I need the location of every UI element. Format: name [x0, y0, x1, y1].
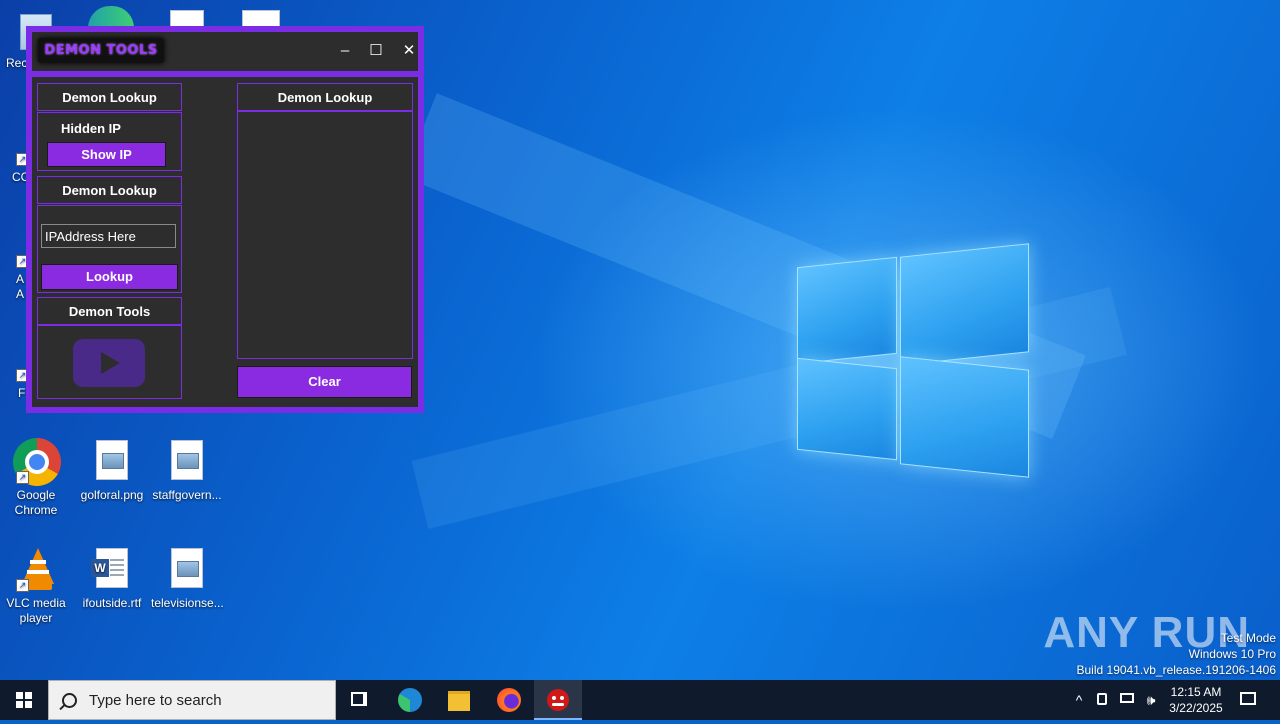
- clock-time: 12:15 AM: [1170, 685, 1222, 699]
- image-file-icon: [167, 548, 207, 592]
- ip-address-input[interactable]: [41, 224, 176, 248]
- desktop-icon-golforal[interactable]: golforal.png: [76, 440, 148, 503]
- minimize-button[interactable]: –: [330, 36, 360, 66]
- search-placeholder: Type here to search: [89, 692, 222, 709]
- build-label: Build 19041.vb_release.191206-1406: [1076, 663, 1277, 677]
- tools-section-header: Demon Tools: [37, 297, 182, 325]
- taskbar-search-box[interactable]: Type here to search: [48, 680, 336, 720]
- desktop-icon-edge-partial[interactable]: [88, 6, 134, 28]
- hidden-ip-section-header: Demon Lookup: [37, 83, 182, 111]
- tools-panel: [37, 325, 182, 399]
- desktop-icon-televisionse[interactable]: televisionse...: [151, 548, 224, 611]
- firefox-icon: [497, 688, 521, 712]
- volume-icon[interactable]: 🕪: [1142, 680, 1160, 720]
- desktop-icon-label: staffgovern...: [152, 488, 222, 502]
- desktop-icon-google-chrome[interactable]: ↗ Google Chrome: [0, 438, 72, 518]
- window-body: Demon Lookup Hidden IP Show IP Demon Loo…: [32, 77, 418, 407]
- shortcut-arrow-icon: ↗: [16, 579, 29, 592]
- image-file-icon: [167, 440, 207, 484]
- demon-tools-window: DEMON TOOLS – ☐ ✕ Demon Lookup Hidden IP…: [26, 26, 424, 413]
- tray-device-icon[interactable]: [1094, 680, 1112, 720]
- task-view-icon: [351, 692, 367, 706]
- vlc-icon: ↗: [16, 548, 56, 592]
- notification-icon: [1240, 692, 1256, 705]
- windows-start-icon: [16, 692, 32, 708]
- desktop-icon-staffgovern[interactable]: staffgovern...: [151, 440, 223, 503]
- tray-overflow-chevron-icon[interactable]: ^: [1070, 680, 1088, 720]
- windows-logo-pane: [797, 357, 897, 461]
- desktop-icon-vlc[interactable]: ↗ VLC media player: [0, 548, 72, 626]
- close-button[interactable]: ✕: [394, 36, 424, 66]
- demon-tools-logo: DEMON TOOLS: [38, 38, 164, 63]
- hidden-ip-panel: Hidden IP Show IP: [37, 112, 182, 171]
- folder-icon: [448, 691, 470, 711]
- title-bar[interactable]: DEMON TOOLS – ☐ ✕: [32, 32, 418, 71]
- clear-button[interactable]: Clear: [237, 366, 412, 398]
- taskbar-firefox-button[interactable]: [485, 680, 533, 720]
- shortcut-arrow-icon: ↗: [16, 471, 29, 484]
- desktop-icon-label: ifoutside.rtf: [82, 596, 142, 610]
- taskbar-edge-button[interactable]: [386, 680, 434, 720]
- taskbar: Type here to search ^ 🕪 12:15 AM 3/22/20…: [0, 680, 1280, 720]
- system-watermark-text: Test Mode Windows 10 Pro Build 19041.vb_…: [1077, 630, 1277, 678]
- test-mode-label: Test Mode: [1220, 631, 1276, 645]
- taskbar-file-explorer-button[interactable]: [435, 680, 483, 720]
- start-button[interactable]: [0, 680, 48, 720]
- show-ip-button[interactable]: Show IP: [47, 142, 166, 167]
- image-file-icon: [92, 440, 132, 484]
- windows-logo-pane: [900, 243, 1029, 366]
- demon-icon: [547, 689, 569, 711]
- word-document-icon: W: [91, 548, 132, 592]
- windows-edition-label: Windows 10 Pro: [1188, 647, 1276, 661]
- edge-icon: [398, 688, 422, 712]
- lookup-output-text: [238, 112, 412, 120]
- network-icon[interactable]: [1118, 680, 1136, 720]
- lookup-output-box[interactable]: [237, 111, 413, 359]
- task-view-button[interactable]: [336, 680, 384, 720]
- clock[interactable]: 12:15 AM 3/22/2025: [1162, 680, 1230, 724]
- lookup-section-header: Demon Lookup: [37, 176, 182, 204]
- desktop-icon-ifoutside[interactable]: W ifoutside.rtf: [76, 548, 148, 611]
- hidden-ip-label: Hidden IP: [61, 121, 121, 136]
- clock-date: 3/22/2025: [1169, 701, 1223, 715]
- windows-logo-pane: [797, 256, 897, 365]
- desktop-icon-label: Google Chrome: [14, 488, 58, 517]
- desktop-icon-label: televisionse...: [151, 596, 224, 610]
- chrome-icon: ↗: [13, 438, 61, 486]
- desktop-icon-label: VLC media player: [6, 596, 66, 625]
- taskbar-demon-tools-button[interactable]: [534, 680, 582, 720]
- youtube-play-icon[interactable]: [73, 339, 145, 387]
- lookup-button[interactable]: Lookup: [41, 264, 178, 290]
- windows-logo-pane: [900, 356, 1029, 478]
- desktop-icon-label: golforal.png: [80, 488, 144, 502]
- lookup-panel: Lookup: [37, 205, 182, 293]
- search-icon-handle: [59, 703, 66, 711]
- notifications-button[interactable]: [1234, 680, 1262, 720]
- output-section-header: Demon Lookup: [237, 83, 413, 111]
- maximize-button[interactable]: ☐: [361, 36, 391, 66]
